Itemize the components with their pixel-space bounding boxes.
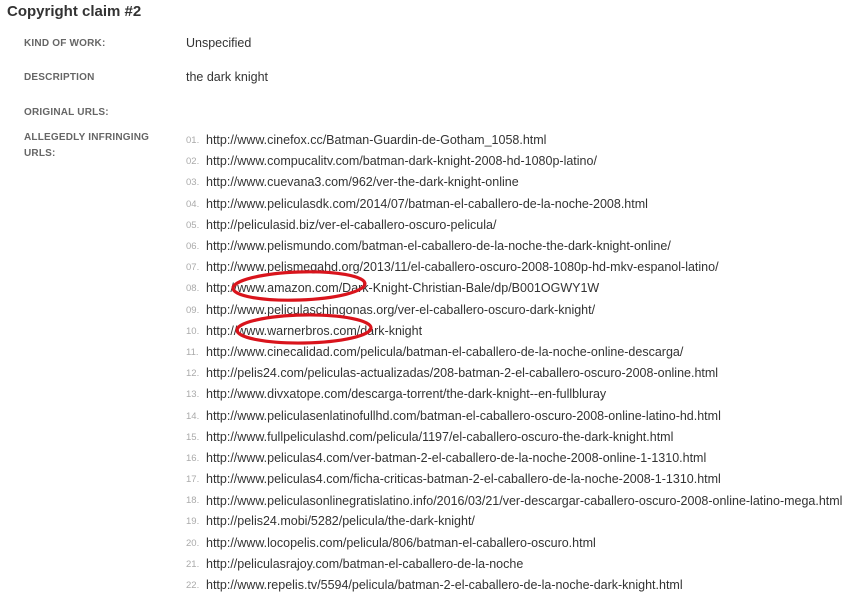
url-link[interactable]: http://www.peliculasonlinegratislatino.i… [206, 494, 842, 508]
url-item-number: 06. [186, 241, 200, 253]
url-item-number: 08. [186, 283, 200, 295]
url-link[interactable]: http://www.peliculaschingonas.org/ver-el… [206, 303, 595, 317]
url-list-item: 12. http://pelis24.com/peliculas-actualiz… [186, 363, 858, 384]
url-link[interactable]: http://www.cinecalidad.com/pelicula/batm… [206, 345, 683, 359]
url-link[interactable]: http://www.cuevana3.com/962/ver-the-dark… [206, 175, 519, 189]
url-link[interactable]: http://www.compucalitv.com/batman-dark-k… [206, 154, 597, 168]
url-link[interactable]: http://www.cinefox.cc/Batman-Guardin-de-… [206, 133, 546, 147]
url-link[interactable]: http://www.repelis.tv/5594/pelicula/batm… [206, 578, 683, 592]
url-list-item: 22. http://www.repelis.tv/5594/pelicula/b… [186, 575, 858, 596]
kind-of-work-label: KIND OF WORK: [24, 38, 106, 49]
url-list-item: 20. http://www.locopelis.com/pelicula/806… [186, 533, 858, 554]
url-link[interactable]: http://www.peliculasenlatinofullhd.com/b… [206, 409, 721, 423]
description-value: the dark knight [186, 70, 268, 84]
url-list-item: 04. http://www.peliculasdk.com/2014/07/ba… [186, 194, 858, 215]
url-link[interactable]: http://www.pelismegahd.org/2013/11/el-ca… [206, 260, 719, 274]
url-item-number: 17. [186, 474, 200, 486]
url-item-number: 13. [186, 389, 200, 401]
url-list-item: 15. http://www.fullpeliculashd.com/pelicu… [186, 427, 858, 448]
url-item-number: 20. [186, 537, 200, 549]
url-list-item: 21. http://peliculasrajoy.com/batman-el-c… [186, 554, 858, 575]
url-link[interactable]: http://www.peliculas4.com/ver-batman-2-e… [206, 451, 706, 465]
description-label: DESCRIPTION [24, 72, 95, 83]
url-item-number: 01. [186, 135, 200, 146]
url-item-number: 02. [186, 156, 200, 168]
url-list-item: 14. http://www.peliculasenlatinofullhd.co… [186, 406, 858, 427]
url-item-number: 05. [186, 219, 200, 231]
url-item-number: 11. [186, 347, 199, 359]
url-list-item: 06. http://www.pelismundo.com/batman-el-c… [186, 236, 858, 257]
url-list-item: 19. http://pelis24.mobi/5282/pelicula/the… [186, 511, 858, 532]
url-link[interactable]: http://pelis24.mobi/5282/pelicula/the-da… [206, 514, 475, 528]
url-list-item: 03. http://www.cuevana3.com/962/ver-the-d… [186, 172, 858, 193]
url-link[interactable]: http://www.warnerbros.com/dark-knight [206, 324, 422, 338]
url-item-number: 07. [186, 262, 200, 274]
url-item-number: 22. [186, 580, 200, 592]
original-urls-label: ORIGINAL URLS: [24, 107, 109, 118]
url-item-number: 16. [186, 453, 200, 465]
url-list-item: 05. http://peliculasid.biz/ver-el-caballe… [186, 215, 858, 236]
url-list-item: 16. http://www.peliculas4.com/ver-batman-… [186, 448, 858, 469]
kind-of-work-value: Unspecified [186, 36, 252, 50]
url-link[interactable]: http://www.pelismundo.com/batman-el-caba… [206, 239, 671, 253]
url-item-number: 18. [186, 495, 200, 507]
url-item-number: 10. [186, 325, 200, 337]
url-item-number: 21. [186, 558, 200, 570]
url-list-item: 09. http://www.peliculaschingonas.org/ver… [186, 300, 858, 321]
url-list-item: 11. http://www.cinecalidad.com/pelicula/b… [186, 342, 858, 363]
infringing-urls-label-line2: URLS: [24, 148, 56, 159]
url-link[interactable]: http://peliculasrajoy.com/batman-el-caba… [206, 557, 523, 571]
url-link[interactable]: http://peliculasid.biz/ver-el-caballero-… [206, 218, 496, 232]
url-link[interactable]: http://www.peliculasdk.com/2014/07/batma… [206, 197, 648, 211]
infringing-urls-label-line1: ALLEGEDLY INFRINGING [24, 132, 150, 143]
infringing-urls-label: ALLEGEDLY INFRINGING URLS: [24, 130, 164, 162]
url-link[interactable]: http://www.fullpeliculashd.com/pelicula/… [206, 430, 673, 444]
url-link[interactable]: http://www.amazon.com/Dark-Knight-Christ… [206, 281, 599, 295]
url-item-number: 03. [186, 177, 200, 189]
url-list-item: 18. http://www.peliculasonlinegratislatin… [186, 490, 858, 511]
url-item-number: 09. [186, 304, 200, 316]
claim-title: Copyright claim #2 [7, 3, 142, 20]
url-list-item: 08. http://www.amazon.com/Dark-Knight-Chr… [186, 278, 858, 299]
url-link[interactable]: http://www.divxatope.com/descarga-torren… [206, 387, 606, 401]
url-list-item: 10. http://www.warnerbros.com/dark-knight [186, 321, 858, 342]
url-item-number: 12. [186, 368, 200, 380]
url-item-number: 15. [186, 431, 200, 443]
url-item-number: 04. [186, 198, 200, 210]
infringing-url-list: 01. http://www.cinefox.cc/Batman-Guardin-… [186, 130, 858, 596]
url-list-item: 17. http://www.peliculas4.com/ficha-criti… [186, 469, 858, 490]
url-list-item: 02. http://www.compucalitv.com/batman-dar… [186, 151, 858, 172]
url-link[interactable]: http://www.peliculas4.com/ficha-criticas… [206, 472, 721, 486]
url-item-number: 14. [186, 410, 200, 422]
url-link[interactable]: http://pelis24.com/peliculas-actualizada… [206, 366, 718, 380]
url-list-item: 07. http://www.pelismegahd.org/2013/11/el… [186, 257, 858, 278]
url-link[interactable]: http://www.locopelis.com/pelicula/806/ba… [206, 536, 596, 550]
url-item-number: 19. [186, 516, 200, 528]
url-list-item: 13. http://www.divxatope.com/descarga-tor… [186, 384, 858, 405]
url-list-item: 01. http://www.cinefox.cc/Batman-Guardin-… [186, 130, 858, 151]
